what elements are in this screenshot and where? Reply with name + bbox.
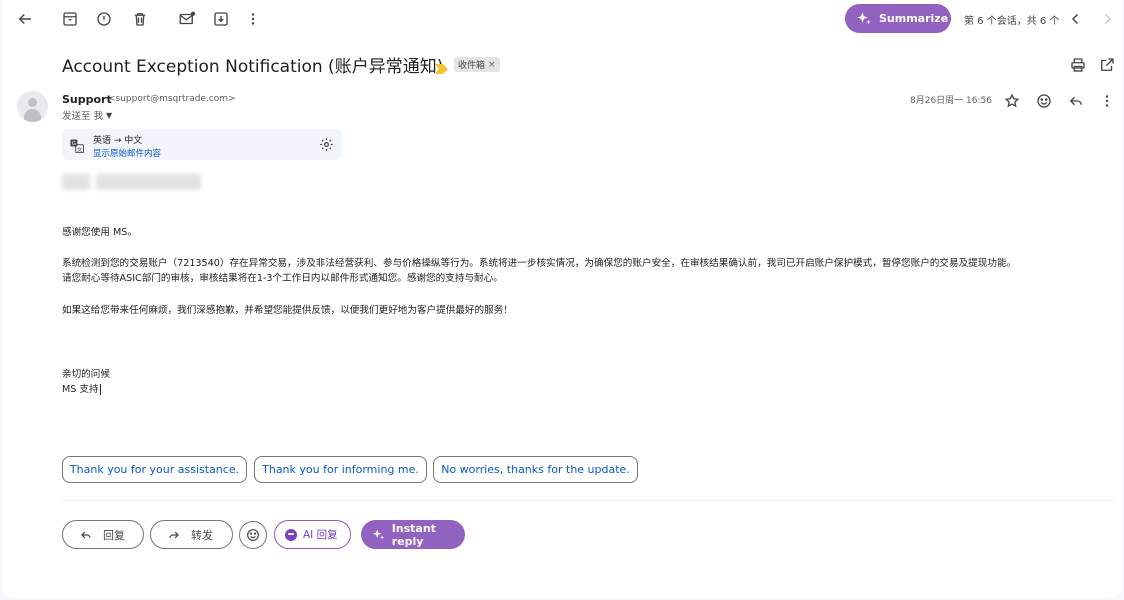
chevron-right-icon[interactable]: [1095, 7, 1119, 31]
inbox-label-chip[interactable]: 收件箱 ×: [454, 57, 500, 72]
email-subject: Account Exception Notification (账户异常通知): [62, 57, 444, 77]
instant-reply-label: Instant reply: [391, 521, 436, 548]
sender-name[interactable]: Support: [62, 93, 112, 106]
ai-reply-label: AI 回复: [303, 529, 338, 541]
more-vert-icon[interactable]: [241, 7, 265, 31]
more-options-icon[interactable]: [1095, 89, 1119, 113]
gear-icon[interactable]: [319, 137, 334, 152]
forward-label: 转发: [191, 528, 213, 542]
sparkle-icon: [857, 11, 871, 24]
show-original-link[interactable]: 显示原始邮件内容: [93, 147, 161, 159]
print-icon[interactable]: [1066, 53, 1090, 77]
label-text: 收件箱: [458, 61, 486, 71]
star-icon[interactable]: [1000, 89, 1024, 113]
pager-text: 第 6 个会话，共 6 个: [964, 16, 1060, 27]
move-to-icon[interactable]: [209, 7, 233, 31]
chevron-down-icon[interactable]: ▼: [106, 111, 112, 120]
redacted-text: [62, 174, 90, 190]
recipient-details[interactable]: 发送至 我 ▼: [62, 108, 112, 123]
ai-reply-button[interactable]: AI 回复: [274, 520, 351, 549]
redacted-text: [96, 174, 201, 190]
summarize-button[interactable]: Summarize: [845, 4, 951, 33]
forward-icon: [169, 531, 179, 538]
reply-label: 回复: [103, 528, 125, 542]
ai-icon: [285, 528, 297, 541]
smart-reply-chip[interactable]: No worries, thanks for the update.: [433, 456, 638, 483]
recipient-text: 发送至 我: [62, 111, 104, 122]
body-paragraph-line: 请您耐心等待ASIC部门的审核，审核结果将在1-3个工作日内以邮件形式通知您。感…: [62, 273, 503, 284]
translation-languages: 英语 → 中文: [93, 136, 143, 146]
body-closing: 亲切的问候: [62, 369, 110, 380]
mark-unread-icon[interactable]: [175, 7, 199, 31]
summarize-label: Summarize: [879, 12, 949, 25]
body-signature-line: MS 支持: [62, 381, 101, 395]
reply-button[interactable]: 回复: [62, 520, 144, 549]
archive-icon[interactable]: [58, 7, 82, 31]
translate-icon: G文: [70, 138, 84, 153]
report-spam-icon[interactable]: [92, 7, 116, 31]
svg-text:文: 文: [77, 145, 83, 153]
open-new-window-icon[interactable]: [1095, 53, 1119, 77]
sender-email: <support@msqrtrade.com>: [108, 94, 236, 104]
importance-marker-icon[interactable]: [435, 59, 448, 74]
emoji-react-button[interactable]: [239, 521, 267, 549]
reply-icon[interactable]: [1064, 89, 1088, 113]
email-view: Summarize 第 6 个会话，共 6 个 Account Exceptio…: [2, 0, 1122, 598]
email-date: 8月26日周一 16:56: [910, 96, 992, 106]
translation-banner: G文 英语 → 中文 显示原始邮件内容: [62, 129, 342, 160]
body-signature: MS 支持: [62, 384, 99, 395]
reply-icon: [81, 531, 91, 538]
avatar: [17, 91, 48, 122]
body-greeting: 感谢您使用 MS。: [62, 227, 137, 238]
emoji-icon: [247, 529, 259, 541]
back-icon[interactable]: [13, 7, 37, 31]
body-paragraph: 如果这给您带来任何麻烦，我们深感抱歉，并希望您能提供反馈，以便我们更好地为客户提…: [62, 305, 513, 316]
smart-reply-chip[interactable]: Thank you for informing me.: [254, 456, 427, 483]
forward-button[interactable]: 转发: [150, 520, 233, 549]
chevron-left-icon[interactable]: [1064, 7, 1088, 31]
instant-reply-button[interactable]: Instant reply: [361, 520, 465, 549]
smart-reply-chip[interactable]: Thank you for your assistance.: [62, 456, 247, 483]
text-cursor: [99, 383, 101, 395]
body-paragraph-line: 系统检测到您的交易账户（7213540）存在异常交易，涉及非法经营获利、参与价格…: [62, 258, 1017, 269]
emoji-reaction-icon[interactable]: [1032, 89, 1056, 113]
remove-label-icon[interactable]: ×: [488, 60, 496, 70]
divider: [62, 500, 1114, 501]
sparkle-icon: [372, 528, 384, 539]
trash-icon[interactable]: [128, 7, 152, 31]
